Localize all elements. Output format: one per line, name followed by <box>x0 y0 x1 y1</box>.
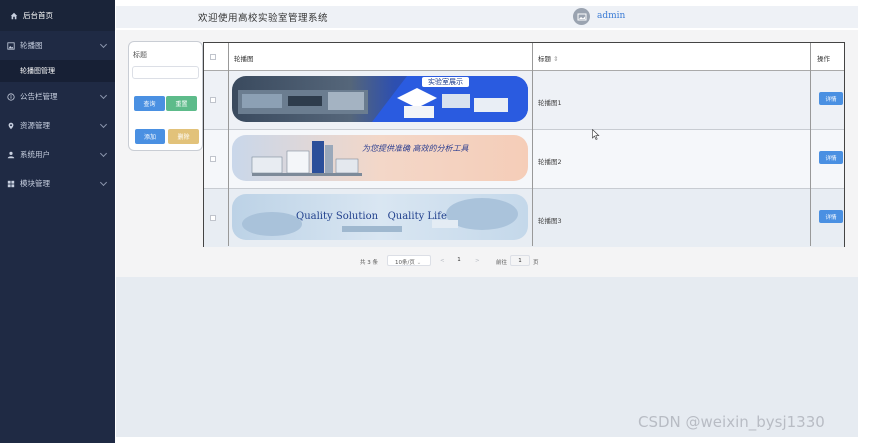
system-title: 欢迎使用高校实验室管理系统 <box>198 13 329 24</box>
banner-image[interactable]: Quality Solution Quality Life <box>232 194 528 240</box>
column-divider <box>228 43 229 246</box>
select-all-checkbox[interactable] <box>210 54 216 60</box>
grid-icon <box>7 180 15 187</box>
top-header: 欢迎使用高校实验室管理系统 admin <box>116 6 858 28</box>
total-count: 共 3 条 <box>360 260 378 266</box>
banner-image[interactable]: 为您提供准确 高效的分析工具 <box>232 135 528 181</box>
username[interactable]: admin <box>597 11 625 21</box>
sidebar-item-label: 系统用户 <box>20 150 50 159</box>
column-divider <box>532 43 533 246</box>
avatar[interactable] <box>573 8 590 25</box>
column-header-title[interactable]: 标题 ⇕ <box>538 53 559 63</box>
sidebar-home-label: 后台首页 <box>23 11 53 20</box>
prev-page-button[interactable]: < <box>440 258 445 264</box>
chevron-down-icon <box>99 120 108 129</box>
row-title: 轮播图1 <box>538 99 562 107</box>
page-number[interactable]: 1 <box>453 255 465 266</box>
row-title: 轮播图3 <box>538 217 562 225</box>
avatar-image-icon <box>577 13 586 20</box>
sidebar-item-resource[interactable]: 资源管理 <box>0 111 115 140</box>
chevron-down-icon <box>99 178 108 187</box>
mouse-cursor-icon <box>592 129 600 140</box>
carousel-table: 轮播图 标题 ⇕ 操作 实验室展示 轮播图1 详情 为您提供准确 高效的分析工具… <box>203 42 845 247</box>
sidebar-item-home[interactable]: 后台首页 <box>0 0 115 31</box>
goto-label: 前往 <box>496 260 508 266</box>
page-size-select[interactable]: 10条/页 ⌄ <box>387 255 431 266</box>
sidebar-item-carousel[interactable]: 轮播图 <box>0 31 115 60</box>
column-header-carousel: 轮播图 <box>234 55 254 63</box>
sidebar-item-users[interactable]: 系统用户 <box>0 140 115 169</box>
banner-caption: 实验室展示 <box>422 77 469 87</box>
watermark: CSDN @weixin_bysj1330 <box>638 413 825 431</box>
home-icon <box>10 12 18 19</box>
table-row: Quality Solution Quality Life 轮播图3 详情 <box>204 189 844 247</box>
sidebar-subitem-label: 轮播图管理 <box>20 67 55 75</box>
table-header: 轮播图 标题 ⇕ 操作 <box>204 43 844 71</box>
next-page-button[interactable]: > <box>475 258 480 264</box>
delete-button[interactable]: 删除 <box>168 129 199 144</box>
add-button[interactable]: 添加 <box>135 129 165 144</box>
row-checkbox[interactable] <box>210 215 216 221</box>
title-filter-label: 标题 <box>133 51 147 59</box>
detail-button[interactable]: 详情 <box>819 92 843 105</box>
sidebar-item-label: 模块管理 <box>20 179 50 188</box>
sidebar-subitem-carousel-manage[interactable]: 轮播图管理 <box>0 60 115 82</box>
title-search-input[interactable] <box>132 66 199 79</box>
reset-button[interactable]: 重置 <box>166 96 197 111</box>
chevron-down-icon: ⌄ <box>416 260 422 266</box>
detail-button[interactable]: 详情 <box>819 210 843 223</box>
goto-page-input[interactable]: 1 <box>510 255 530 266</box>
info-circle-icon <box>7 92 15 101</box>
sort-icon[interactable]: ⇕ <box>553 55 558 63</box>
chevron-down-icon <box>99 91 108 100</box>
lab-equipment-illustration <box>238 76 528 122</box>
chevron-down-icon <box>99 40 108 49</box>
banner-image[interactable]: 实验室展示 <box>232 76 528 122</box>
sidebar-item-modules[interactable]: 模块管理 <box>0 169 115 198</box>
location-pin-icon <box>8 122 14 129</box>
search-panel: 标题 查询 重置 添加 删除 <box>128 41 203 151</box>
query-button[interactable]: 查询 <box>134 96 165 111</box>
user-icon <box>7 151 15 158</box>
detail-button[interactable]: 详情 <box>819 151 843 164</box>
row-checkbox[interactable] <box>210 97 216 103</box>
page-suffix-label: 页 <box>533 260 539 266</box>
row-title: 轮播图2 <box>538 158 562 166</box>
sidebar-item-notice[interactable]: 公告栏管理 <box>0 82 115 111</box>
sidebar: 后台首页 轮播图 轮播图管理 公告栏管理 资源管理 系统用户 模块管理 <box>0 0 115 443</box>
row-checkbox[interactable] <box>210 156 216 162</box>
column-header-actions: 操作 <box>817 55 830 63</box>
banner-caption: Quality Solution Quality Life <box>296 211 447 222</box>
app-root: 后台首页 轮播图 轮播图管理 公告栏管理 资源管理 系统用户 模块管理 欢迎使用… <box>0 0 870 443</box>
sidebar-item-label: 资源管理 <box>20 121 50 130</box>
table-row: 为您提供准确 高效的分析工具 轮播图2 详情 <box>204 130 844 189</box>
column-divider <box>810 43 811 246</box>
chevron-down-icon <box>99 149 108 158</box>
image-icon <box>7 41 15 50</box>
banner-caption: 为您提供准确 高效的分析工具 <box>362 144 469 153</box>
analyzer-instrument-illustration <box>251 141 362 176</box>
sidebar-item-label: 公告栏管理 <box>20 92 58 101</box>
table-row: 实验室展示 轮播图1 详情 <box>204 71 844 130</box>
sidebar-item-label: 轮播图 <box>20 41 43 50</box>
